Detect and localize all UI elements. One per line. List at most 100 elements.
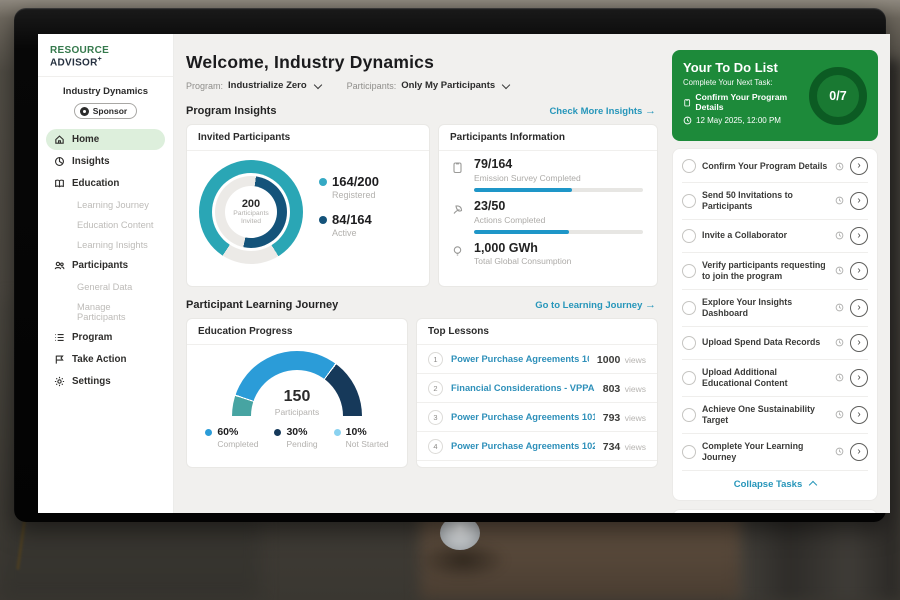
desk-background: RESOURCE ADVISOR+ Industry Dynamics Spon…: [0, 0, 900, 600]
clipboard-icon: [683, 98, 691, 107]
page-title: Welcome, Industry Dynamics: [186, 52, 658, 73]
progress-fill: [474, 230, 569, 234]
donut-center-value: 200: [242, 198, 260, 210]
chevron-up-icon: [809, 481, 817, 489]
legend-item-not-started: 10% Not Started: [334, 426, 389, 449]
todo-next-task-label: Confirm Your Program Details: [695, 92, 809, 112]
logo-resource: RESOURCE: [50, 45, 109, 56]
education-icon: [54, 178, 65, 189]
sidebar-item-learning-insights[interactable]: Learning Insights: [46, 235, 165, 255]
lesson-views-suffix: views: [625, 413, 646, 423]
task-go-button[interactable]: ›: [850, 227, 868, 245]
lesson-link[interactable]: Financial Considerations - VPPAs: [451, 383, 595, 393]
todo-next-task: Confirm Your Program Details: [683, 92, 809, 112]
legend-value: 164/200: [332, 174, 379, 189]
task-label: Confirm Your Program Details: [702, 161, 829, 172]
todo-title: Your To Do List: [683, 60, 809, 75]
task-checkbox[interactable]: [682, 336, 696, 350]
sidebar-item-manage-participants[interactable]: Manage Participants: [46, 297, 165, 327]
program-insights-heading: Program Insights: [186, 105, 276, 117]
task-label: Send 50 Invitations to Participants: [702, 190, 829, 212]
program-filter[interactable]: Program: Industrialize Zero: [186, 80, 321, 91]
task-go-button[interactable]: ›: [850, 406, 868, 424]
gauge-center-value: 150: [232, 389, 362, 405]
clock-icon: [835, 338, 844, 347]
education-card-title: Education Progress: [187, 319, 407, 345]
task-row: Send 50 Invitations to Participants ›: [682, 183, 868, 220]
donut-center: 200 Participants Invited: [225, 186, 277, 238]
clock-icon: [835, 303, 844, 312]
education-gauge: 150 Participants: [232, 351, 362, 417]
lesson-link[interactable]: Power Purchase Agreements 102: [451, 441, 595, 451]
task-checkbox[interactable]: [682, 159, 696, 173]
lesson-row: 1 Power Purchase Agreements 101 1000 vie…: [417, 345, 657, 374]
clock-icon: [835, 266, 844, 275]
sidebar-item-learning-journey[interactable]: Learning Journey: [46, 195, 165, 215]
task-checkbox[interactable]: [682, 264, 696, 278]
chevron-down-icon: [502, 80, 510, 88]
task-label: Invite a Collaborator: [702, 230, 829, 241]
link-label: Check More Insights: [549, 106, 642, 117]
task-go-button[interactable]: ›: [850, 299, 868, 317]
info-card-title: Participants Information: [439, 125, 657, 151]
todo-summary-text: Your To Do List Complete Your Next Task:…: [683, 60, 809, 131]
program-insights-header: Program Insights Check More Insights →: [186, 105, 656, 117]
sidebar-item-home[interactable]: Home: [46, 129, 165, 150]
lesson-views-suffix: views: [625, 384, 646, 394]
sidebar-nav: Home Insights Education Learning Journey…: [38, 127, 173, 392]
sidebar-item-education-content[interactable]: Education Content: [46, 215, 165, 235]
sidebar-item-label: Take Action: [72, 354, 126, 365]
take-action-icon: [54, 354, 65, 365]
lesson-views-value: 793: [603, 412, 621, 424]
legend-label: Completed: [217, 439, 258, 449]
donut-center-label: Participants Invited: [229, 210, 273, 226]
sidebar-item-label: Program: [72, 332, 112, 343]
legend-dot: [274, 429, 281, 436]
participants-filter[interactable]: Participants: Only My Participants: [347, 80, 510, 91]
task-go-button[interactable]: ›: [850, 157, 868, 175]
task-go-button[interactable]: ›: [850, 369, 868, 387]
task-go-button[interactable]: ›: [850, 262, 868, 280]
lesson-link[interactable]: Power Purchase Agreements 101: [451, 354, 589, 364]
donut-legend: 164/200 Registered 84/164 Active: [319, 174, 379, 250]
sidebar-item-education[interactable]: Education: [46, 173, 165, 194]
sidebar-item-insights[interactable]: Insights: [46, 151, 165, 172]
app-logo: RESOURCE ADVISOR+: [38, 34, 173, 77]
task-checkbox[interactable]: [682, 194, 696, 208]
todo-progress-ring: 0/7: [809, 67, 867, 125]
task-row: Achieve One Sustainability Target ›: [682, 397, 868, 434]
sidebar-item-program[interactable]: Program: [46, 327, 165, 348]
collapse-tasks-link[interactable]: Collapse Tasks: [682, 471, 868, 499]
clock-icon: [835, 447, 844, 456]
filters-row: Program: Industrialize Zero Participants…: [186, 80, 658, 91]
legend-item-registered: 164/200 Registered: [319, 174, 379, 200]
info-card-body: 79/164 Emission Survey Completed 23/50 A…: [439, 151, 657, 266]
legend-label: Not Started: [346, 439, 389, 449]
task-checkbox[interactable]: [682, 229, 696, 243]
monitor-bezel: RESOURCE ADVISOR+ Industry Dynamics Spon…: [14, 8, 886, 522]
go-to-learning-journey-link[interactable]: Go to Learning Journey →: [535, 299, 656, 311]
check-more-insights-link[interactable]: Check More Insights →: [549, 105, 656, 117]
stat-actions-completed: 23/50 Actions Completed: [451, 200, 643, 234]
task-checkbox[interactable]: [682, 445, 696, 459]
stat-label: Emission Survey Completed: [474, 173, 643, 183]
sidebar-item-take-action[interactable]: Take Action: [46, 349, 165, 370]
task-go-button[interactable]: ›: [850, 334, 868, 352]
sidebar-item-participants[interactable]: Participants: [46, 255, 165, 276]
arrow-right-icon: →: [645, 105, 656, 117]
participants-information-card: Participants Information 79/164 Emission…: [438, 124, 658, 287]
sidebar-item-settings[interactable]: Settings: [46, 371, 165, 392]
collapse-tasks-label: Collapse Tasks: [734, 479, 802, 490]
task-row: Verify participants requesting to join t…: [682, 253, 868, 290]
sidebar-item-general-data[interactable]: General Data: [46, 277, 165, 297]
logo-plus: +: [98, 56, 102, 63]
task-checkbox[interactable]: [682, 371, 696, 385]
task-go-button[interactable]: ›: [850, 192, 868, 210]
task-label: Upload Additional Educational Content: [702, 367, 829, 389]
lesson-rank: 3: [428, 410, 443, 425]
task-checkbox[interactable]: [682, 301, 696, 315]
task-go-button[interactable]: ›: [850, 443, 868, 461]
task-checkbox[interactable]: [682, 408, 696, 422]
stat-value: 79/164: [474, 158, 643, 172]
lesson-link[interactable]: Power Purchase Agreements 101: [451, 412, 595, 422]
